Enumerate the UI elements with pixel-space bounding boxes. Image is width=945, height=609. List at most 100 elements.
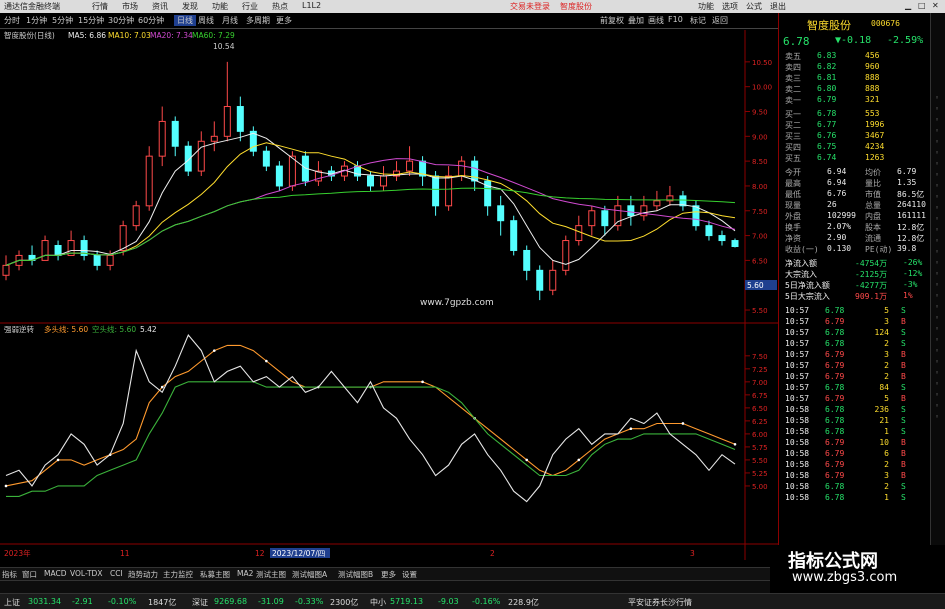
- price-flag: 5.60: [747, 281, 764, 290]
- candle-body: [210, 135, 218, 142]
- ma10-label: MA10: 7.03: [108, 31, 151, 40]
- menu-item[interactable]: 行业: [242, 1, 258, 12]
- axis-tick-label: 5.00: [752, 483, 768, 491]
- indicator-tab[interactable]: 更多: [381, 569, 396, 580]
- menu-item[interactable]: 行情: [92, 1, 108, 12]
- order-book: 卖五 6.83 456 卖四 6.82 960 卖三 6.81 888 卖二 6.80 888 卖一 6.…: [785, 51, 926, 502]
- candle-body: [510, 220, 518, 251]
- toolbar-button[interactable]: 标记: [690, 15, 706, 26]
- indicator-tab[interactable]: 设置: [402, 569, 417, 580]
- axis-tick-label: 6.25: [752, 418, 768, 426]
- indicator-dot: [265, 359, 268, 363]
- axis-tick-label: 6.50: [752, 257, 768, 265]
- indicator-tab[interactable]: MACD: [44, 569, 66, 578]
- ma20-label: MA20: 7.34: [150, 31, 193, 40]
- period-tab[interactable]: 分时: [4, 15, 20, 26]
- period-tab[interactable]: 60分钟: [138, 15, 164, 26]
- indicator-tab[interactable]: 私募主图: [200, 569, 230, 580]
- menu-item[interactable]: 市场: [122, 1, 138, 12]
- axis-tick-label: 6.50: [752, 405, 768, 413]
- candle-body: [262, 150, 270, 167]
- candle-body: [497, 205, 505, 222]
- axis-tick-label: 6.00: [752, 431, 768, 439]
- axis-tick-label: 8.50: [752, 158, 768, 166]
- ma5-label: MA5: 6.86: [68, 31, 106, 40]
- period-tab[interactable]: 更多: [276, 15, 292, 26]
- period-tab[interactable]: 1分钟: [26, 15, 47, 26]
- x-axis-label: 11: [120, 549, 130, 558]
- menu-item[interactable]: 功能: [698, 1, 714, 12]
- candle-body: [54, 245, 62, 256]
- chart-watermark: www.7gpzb.com: [420, 298, 494, 308]
- candle-body: [41, 240, 49, 261]
- watermark-url: www.zbgs3.com: [792, 570, 898, 585]
- stock-tag: 智度股份: [560, 2, 592, 11]
- login-status[interactable]: 交易未登录: [510, 1, 550, 12]
- menu-item[interactable]: 热点: [272, 1, 288, 12]
- candle-body: [132, 205, 140, 227]
- index-change: -2.91: [72, 597, 93, 606]
- indicator-tab[interactable]: CCI: [110, 569, 123, 578]
- indicator-tab[interactable]: VOL-TDX: [70, 569, 102, 578]
- index-name[interactable]: 上证: [4, 597, 20, 608]
- index-name[interactable]: 中小: [370, 597, 386, 608]
- axis-tick-label: 5.50: [752, 457, 768, 465]
- axis-tick-label: 8.00: [752, 183, 768, 191]
- index-value: 3031.34: [28, 597, 62, 606]
- toolbar-button[interactable]: 返回: [712, 15, 728, 26]
- period-tab-active[interactable]: 日线: [174, 15, 196, 26]
- toolbar-button[interactable]: 画线: [648, 15, 664, 26]
- candle-body: [588, 210, 596, 227]
- maximize-icon[interactable]: □: [918, 1, 926, 10]
- candle-body: [536, 269, 544, 291]
- toolbar-button[interactable]: 叠加: [628, 15, 644, 26]
- toolbar-button[interactable]: 前复权: [600, 15, 624, 26]
- candle-body: [562, 240, 570, 271]
- index-name[interactable]: 深证: [192, 597, 208, 608]
- axis-tick-label: 7.00: [752, 379, 768, 387]
- index-change-pct: -0.16%: [472, 597, 501, 606]
- high-price-label: 10.54: [213, 42, 235, 51]
- minimize-icon[interactable]: ▁: [905, 1, 911, 10]
- period-tab[interactable]: 月线: [222, 15, 238, 26]
- indicator-tab[interactable]: 测试幅图B: [338, 569, 373, 580]
- menu-item[interactable]: 选项: [722, 1, 738, 12]
- indicator-tab[interactable]: MA2: [237, 569, 253, 578]
- candle-body: [145, 155, 153, 207]
- indicator-dot: [733, 443, 737, 446]
- period-tab[interactable]: 周线: [198, 15, 214, 26]
- menu-item[interactable]: 发现: [182, 1, 198, 12]
- candle-body: [119, 225, 127, 251]
- indicator-tab[interactable]: 窗口: [22, 569, 37, 580]
- menu-item[interactable]: 资讯: [152, 1, 168, 12]
- price-change: ▼-0.18: [835, 35, 872, 46]
- period-tab[interactable]: 5分钟: [52, 15, 73, 26]
- close-icon[interactable]: ✕: [932, 1, 939, 10]
- value-label: 5.42: [140, 325, 157, 334]
- period-tab[interactable]: 30分钟: [108, 15, 134, 26]
- indicator-tab[interactable]: 主力监控: [163, 569, 193, 580]
- indicator-tab[interactable]: 指标: [2, 569, 17, 580]
- menu-item[interactable]: L1L2: [302, 1, 321, 10]
- candle-body: [223, 106, 231, 137]
- axis-tick-label: 7.50: [752, 208, 768, 216]
- indicator-dot: [4, 484, 8, 488]
- indicator-tab[interactable]: 测试主图: [256, 569, 286, 580]
- f10-button[interactable]: F10: [668, 15, 683, 24]
- period-tab[interactable]: 多周期: [246, 15, 270, 26]
- menu-item[interactable]: 退出: [770, 1, 786, 12]
- period-tab[interactable]: 15分钟: [78, 15, 104, 26]
- candle-body: [2, 264, 10, 276]
- side-tool-strip: ◦ ◦ ◦ ◦ ◦ ◦ ◦ ◦ ◦ ◦ ◦ ◦ ◦ ◦ ◦ ◦ ◦ ◦ ◦ ◦ ◦ ◦ ◦ ◦ ◦ ◦ ◦ ◦ ◦ ◦: [930, 13, 945, 560]
- indicator-dot: [577, 458, 581, 462]
- indicator-tab[interactable]: 测试幅图A: [292, 569, 327, 580]
- indicator-tab[interactable]: 趋势动力: [128, 569, 158, 580]
- candle-body: [523, 249, 531, 271]
- menu-item[interactable]: 公式: [746, 1, 762, 12]
- candle-body: [549, 269, 557, 291]
- long-line-label: 多头线: 5.60: [44, 324, 88, 334]
- candle-body: [171, 120, 179, 147]
- side-tool-icons[interactable]: ◦ ◦ ◦ ◦ ◦ ◦ ◦ ◦ ◦ ◦ ◦ ◦ ◦ ◦ ◦ ◦ ◦ ◦ ◦ ◦ ◦ ◦ ◦ ◦ ◦ ◦ ◦ ◦ ◦ ◦: [935, 93, 939, 423]
- menu-item[interactable]: 功能: [212, 1, 228, 12]
- kline-chart-area[interactable]: 10.50 10.00 9.50 9.00 8.50 8.00 7.50 7.00 6.50 6.…: [0, 30, 778, 560]
